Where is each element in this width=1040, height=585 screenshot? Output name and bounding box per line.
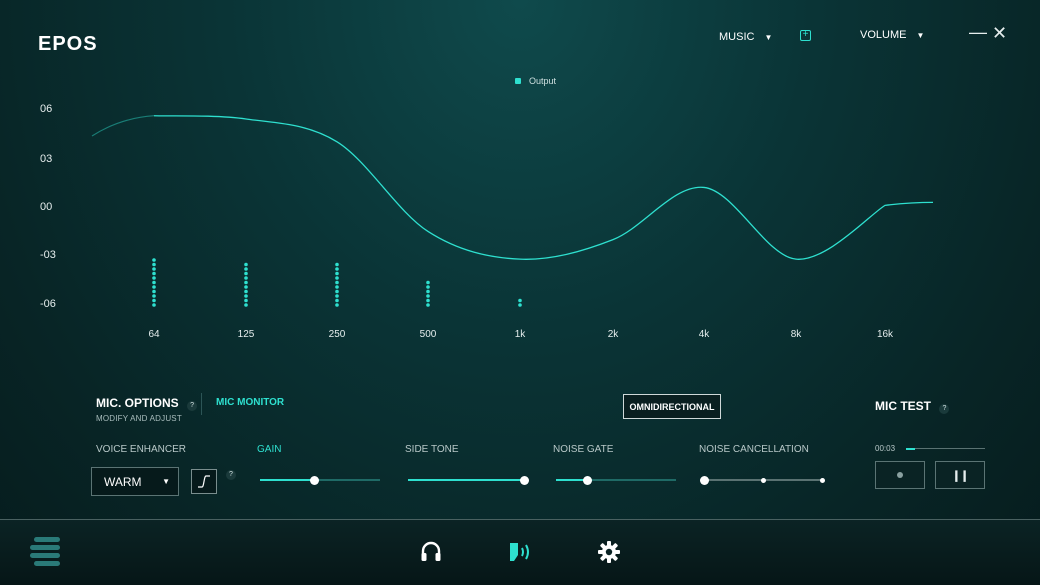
noise-cancellation-step[interactable]	[819, 477, 825, 483]
level-meter-dot	[152, 294, 156, 298]
level-meter-dot	[335, 303, 339, 307]
help-icon[interactable]: ?	[939, 404, 950, 414]
level-meter-dot	[152, 271, 156, 276]
eq-curve-tail	[91, 115, 155, 137]
level-meter-dot	[152, 285, 156, 289]
noise-cancellation-step[interactable]	[760, 477, 766, 483]
level-meter-dot	[426, 280, 430, 285]
level-meter-dot	[152, 267, 156, 271]
x-tick-label: 1k	[514, 329, 526, 340]
level-meter-dot	[152, 298, 156, 303]
gain-label: GAIN	[257, 444, 282, 455]
mic-options-subtitle: MODIFY AND ADJUST	[96, 414, 182, 423]
level-meter-dot	[152, 262, 156, 267]
level-meter-dot	[244, 303, 248, 307]
help-icon[interactable]: ?	[226, 470, 236, 480]
noise-gate-slider-handle[interactable]	[582, 475, 592, 485]
level-meter-dot	[244, 298, 248, 303]
caret-down-icon: ▼	[162, 477, 170, 486]
level-meter-dot	[244, 267, 248, 271]
level-meter-dot	[152, 258, 156, 262]
level-meter-dot	[335, 276, 339, 280]
level-meter-dot	[244, 289, 248, 294]
noise-cancellation-slider[interactable]	[699, 475, 825, 485]
x-tick-label: 8k	[790, 329, 802, 340]
level-meter-dot	[244, 271, 248, 276]
record-icon	[897, 472, 903, 478]
level-meter-dot	[152, 289, 156, 294]
pause-icon: ❙❙	[951, 469, 969, 482]
level-meter-dot	[426, 303, 430, 307]
help-icon[interactable]: ?	[187, 401, 198, 411]
record-button[interactable]	[875, 461, 925, 489]
mic-test-time: 00:03	[875, 444, 896, 453]
eq-curve-button[interactable]	[191, 469, 217, 494]
mic-test-progress-track	[906, 448, 985, 449]
level-meter-dot	[152, 280, 156, 285]
level-meter-dot	[426, 289, 430, 294]
x-tick-label: 2k	[607, 329, 619, 340]
pause-button[interactable]: ❙❙	[935, 461, 985, 489]
gain-slider-handle[interactable]	[309, 475, 319, 485]
level-meter-dot	[335, 280, 339, 285]
voice-enhancer-value: WARM	[104, 474, 142, 489]
level-meter-dot	[244, 276, 248, 280]
level-meter-dot	[426, 298, 430, 303]
level-meter-dot	[244, 285, 248, 289]
level-meter-dot	[244, 262, 248, 267]
headphones-icon[interactable]	[419, 540, 443, 564]
noise-cancellation-handle[interactable]	[699, 475, 709, 485]
mic-options-header: MIC. OPTIONS ? MODIFY AND ADJUST	[96, 394, 198, 423]
equalizer-chart[interactable]	[0, 0, 1040, 360]
divider	[201, 393, 202, 415]
mic-test-title: MIC TEST	[875, 399, 931, 413]
level-meter-dot	[335, 298, 339, 303]
mic-options-title: MIC. OPTIONS	[96, 396, 179, 410]
level-meter-dot	[335, 271, 339, 276]
microphone-speaking-icon[interactable]	[507, 540, 533, 564]
level-meter-dot	[244, 280, 248, 285]
level-meter-dot	[152, 276, 156, 280]
level-meter-dot	[335, 267, 339, 271]
level-meters	[152, 258, 522, 307]
eq-curve-line[interactable]	[153, 115, 934, 260]
noise-cancellation-label: NOISE CANCELLATION	[699, 444, 809, 455]
menu-logo-icon[interactable]	[28, 535, 64, 569]
noise-gate-slider[interactable]	[556, 475, 676, 485]
mic-test-header: MIC TEST ?	[875, 397, 950, 415]
noise-gate-label: NOISE GATE	[553, 444, 614, 455]
level-meter-dot	[426, 285, 430, 289]
x-tick-label: 250	[328, 329, 346, 340]
level-meter-dot	[244, 294, 248, 298]
side-tone-slider[interactable]	[408, 475, 529, 485]
level-meter-dot	[518, 303, 522, 307]
voice-enhancer-select[interactable]: WARM ▼	[91, 467, 179, 496]
side-tone-slider-fill	[408, 479, 524, 481]
level-meter-dot	[335, 262, 339, 267]
mic-test-progress-fill	[906, 447, 915, 450]
x-tick-label: 64	[148, 329, 160, 340]
gain-slider[interactable]	[260, 475, 380, 485]
side-tone-label: SIDE TONE	[405, 444, 459, 455]
level-meter-dot	[426, 294, 430, 298]
mic-monitor-tab[interactable]: MIC MONITOR	[216, 397, 284, 408]
pickup-pattern-button[interactable]: OMNIDIRECTIONAL	[623, 394, 721, 419]
level-meter-dot	[335, 289, 339, 294]
level-meter-dot	[152, 303, 156, 307]
level-meter-dot	[335, 285, 339, 289]
gear-icon[interactable]	[597, 540, 621, 564]
gain-slider-fill	[260, 479, 314, 481]
x-tick-label: 500	[419, 329, 437, 340]
level-meter-dot	[335, 294, 339, 298]
x-tick-label: 16k	[876, 329, 894, 340]
curve-icon	[198, 475, 210, 488]
voice-enhancer-label: VOICE ENHANCER	[96, 444, 187, 455]
level-meter-dot	[518, 298, 522, 303]
x-tick-label: 125	[237, 329, 255, 340]
x-tick-label: 4k	[698, 329, 710, 340]
side-tone-slider-handle[interactable]	[519, 475, 529, 485]
